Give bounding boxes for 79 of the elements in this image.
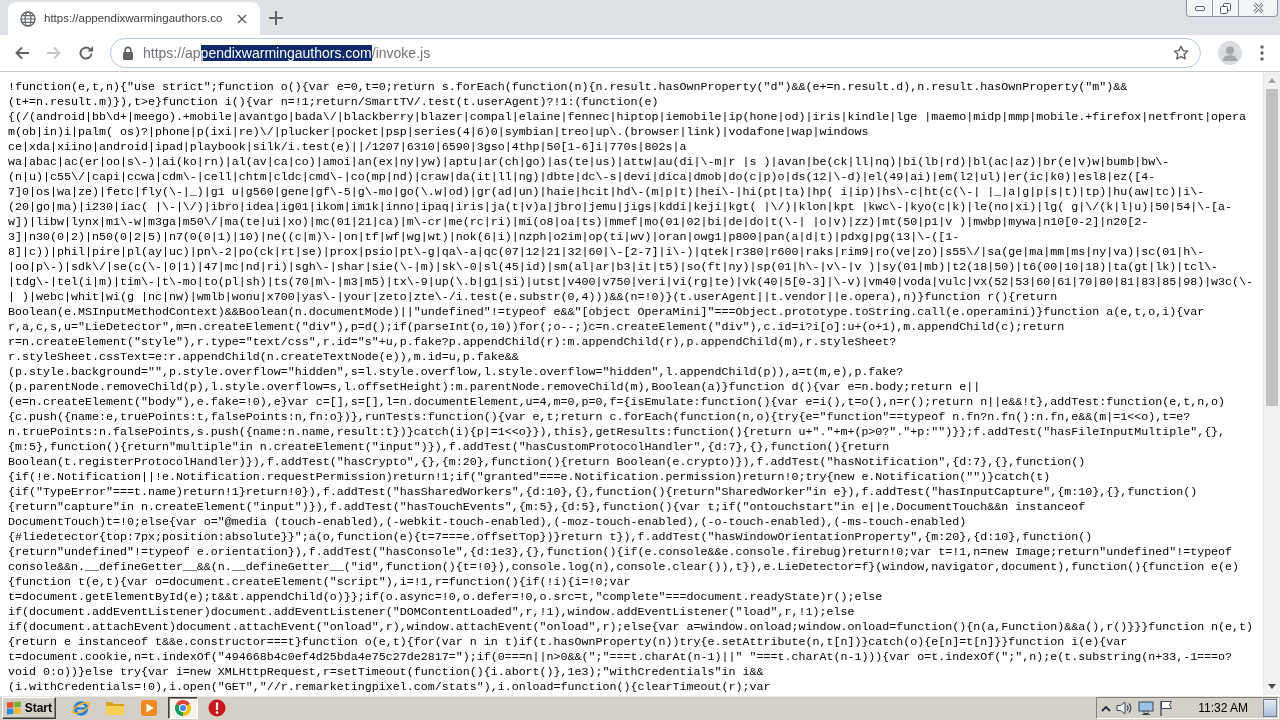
back-arrow-icon [14, 45, 30, 61]
code-line: t=document.getElementById(e);t&&t.appendChild(o)}};if(o.async=!0,o.defer=!0,o.src=t,"complete"===document.readyState)r();else [8, 590, 884, 605]
browser-tab[interactable]: https://appendixwarmingauthors.co [8, 2, 260, 35]
code-line: DocumentTouch)t=!0;else{var o="@media (touch-enabled),(-webkit-touch-enabled),(-moz-touch-enabled),(-o-touch-enabled),(-ms-touch-enabled) [8, 515, 968, 530]
selected-url-text: pendixwarmingauthors.com [200, 45, 372, 61]
alert-icon [208, 699, 226, 717]
code-line: (p.style.background="",p.style.overflow="hidden",s=l.style.overflow,l.style.overflow="hidden",l.appendChild(p)),a=t(m,e),p.fake? [8, 365, 905, 380]
code-line: 7]0|os|wa|ze)|fetc|fly(\-|_)|g1 u|g560|gene|gf\-5|g\-mo|go(\.w|od)|gr(ad|un)|haie|hcit|hd\-(m|p|t)|hei\-|hi(pt|ta)|hp( i|ip)|hs\-c|ht(c(\-| |_|a|g|p|s|t)|tp)|hu(aw|tc)|i\- [8, 185, 1206, 200]
code-line: {m:5},function(){return"multiple"in n.createElement("input")}),f.addTest("hasCustomProtocolHandler",{d:7},{},function(){return [8, 440, 891, 455]
code-line: r.styleSheet.cssText=e:r.appendChild(n.createTextNode(e)),m.id=u,p.fake&& [8, 350, 520, 365]
code-line: {(/(android|bb\d+|meego).+mobile|avantgo|bada\/|blackberry|blazer|compal|elaine|fennec|hiptop|iemobile|ip(hone|od)|iris|kindle|lge |maemo|midp|mmp|mobile.+firefox|netfront|opera [8, 110, 1248, 125]
code-line: (e=n.createElement("body"),e.fake=!0),e}var c=[],s=[],l=n.documentElement,u=4,m=0,p=0,f={isEmulate:function(){var e=i(),t=o(),n=r();return n||e&&!t},addTest:function(e,t,n,o) [8, 395, 1227, 410]
code-line: w])|libw|lynx|m1\-w|m3ga|m50\/|ma(te|ui|xo)|mc(01|21|ca)|m\-cr|me(rc|ri)|mi(o8|oa|ts)|mmef|mo(01|02|bi|de|do|t(\-| |o|v)|zz)|mt(50|p1|v )|mwbp|mywa|n10[0-2]|n20[2- [8, 215, 1150, 230]
code-line: t=document.cookie,n=t.indexOf("494668b4c0ef4d25bda4e75c27de2817=");if(0===n||n>0&&(";"===t.charAt(n-1)||" "===t.charAt(n-1))){var o=t.indexOf(";",n);e(t.substring(n+33,-1===o? [8, 650, 1234, 665]
flag-icon[interactable] [1159, 700, 1174, 716]
code-line: r=n.createElement("style"),r.type="text/css",r.id="s"+u,p.fake?p.appendChild(r):m.appendChild(r),p.appendChild(m),r.styleSheet? [8, 335, 898, 350]
code-line: {if(!e.Notification||!e.Notification.requestPermission)return!1;if("granted"===e.Notification.permission)return!0;try{new e.Notification("")}catch(t) [8, 470, 1052, 485]
close-icon [237, 13, 247, 24]
close-window-button[interactable] [1238, 0, 1278, 17]
url-text: /invoke.js [371, 45, 431, 61]
caret-up-icon[interactable] [1101, 704, 1112, 712]
code-line: (20|go|ma)|i230|iac( |\-|\/)|ibro|idea|ig01|ikom|im1k|inno|ipaq|iris|ja(t|v)a|jbro|jemu|jigs|kddi|keji|kgt( |\/)|klon|kpt |kwc\-|kyo(c|k)|le(no|xi)|lg( g|\/(k|l|u)|50|54|\-[a- [8, 200, 1234, 215]
code-line: {#liedetector{top:7px;position:absolute}}";a(o,function(e){t=7===e.offsetTop})}return t}),f.addTest("hasWindowOrientationProperty",{m:20},{d:10},function() [8, 530, 1094, 545]
code-line: if(document.attachEvent)document.attachEvent("onload",r),window.attachEvent("onload",r);else{var a=window.onload;window.onload=function(){n(a,Function)&&a(),r()}}}function n(e,t) [8, 620, 1255, 635]
code-line: Boolean(t.registerProtocolHandler)}),f.addTest("hasCrypto",{},{m:20},function(){return Boolean(e.crypto)}),f.addTest("hasNotification",{d:7},{},function() [8, 455, 1087, 470]
close-icon [1252, 3, 1264, 13]
url-text: https://ap [143, 45, 201, 61]
code-line: ce|xda|xiino|android|ipad|playbook|silk/i.test(e)||/1207|6310|6590|3gso|4thp|50[1-6]i|770s|802s|a [8, 140, 688, 155]
play-icon [140, 699, 158, 717]
code-line: console&&n.__defineGetter__&&(n.__defineGetter__("id",function(){t=!0}),console.log(n),console.clear()),t}),e.LieDetector=f}(window,navigator,document),function(){function e(e) [8, 560, 1241, 575]
reload-icon [78, 45, 94, 61]
folder-icon [105, 700, 125, 716]
code-line: n.truePoints:n.falsePoints,s.push({name:n.name,result:t})}catch(i){p|=1<<o}}),this},getResults:function(){return u+"."+m+(p>0?"."+p:"")}};f.addTest("hasFileInputMultiple",{}, [8, 425, 1227, 440]
address-field[interactable]: https://appendixwarmingauthors.com/invoke.js [110, 38, 1201, 68]
taskbar-button[interactable] [168, 697, 198, 719]
start-logo-icon [6, 700, 22, 716]
avatar-icon [1218, 41, 1242, 65]
code-line: | )|webc|whit|wi(g |nc|nw)|wmlb|wonu|x700|yas\-|your|zeto|zte\-/i.test(e.substr(0,4)))&&(n=!0)}(t.userAgent||t.vendor||e.opera),n)}function r(){return [8, 290, 1059, 305]
lock-icon [122, 46, 134, 60]
code-line: wa|abac|ac(er|oo|s\-)|ai(ko|rn)|al(av|ca|co)|amoi|an(ex|ny|yw)|aptu|ar(ch|go)|as(te|us)|attw|au(di|\-m|r |s )|avan|be(ck|ll|nq)|bi(lb|rd)|bl(ac|az)|br(e|v)w|bumb|bw\- [8, 155, 1171, 170]
restore-icon [1220, 2, 1231, 14]
code-line: 8]|c))|phil|pire|pl(ay|uc)|pn\-2|po(ck|rt|se)|prox|psio|pt\-g|qa\-a|qc(07|12|21|32|60|\-[2-7]|i\-)|qtek|r380|r600|raks|rim9|ro(ve|zo)|s55\/|sa(ge|ma|mm|ms|ny|va)|sc(01|h\- [8, 245, 1206, 260]
minimize-button[interactable] [1186, 0, 1213, 17]
code-line: {return"undefined"!=typeof e.orientation}),f.addTest("hasConsole",{d:1e3},{},function(){if(e.console&&e.console.firebug)return!0;var t=!1,n=new Image;return"undefined"!=typeof [8, 545, 1234, 560]
triangle-down-icon [1268, 684, 1276, 689]
code-line: {function t(e,t){var o=document.createElement("script"),i=!1,r=function(){if(!i){i=!0;var [8, 575, 632, 590]
code-line: {if("TypeError"===t.name)return!1}return!0}),f.addTest("hasSharedWorkers",{d:10},{},function(){return"SharedWorker"in e}),f.addTest("hasInputCapture",{m:10},{},function() [8, 485, 1199, 500]
code-line: {return"capture"in n.createElement("input")}),f.addTest("hasTouchEvents",{m:5},{d:5},function(){var t;if("ontouchstart"in e||e.DocumentTouch&&n instanceof [8, 500, 1087, 515]
code-line: (i.withCredentials=!0),i.open("GET","//r.remarketingpixel.com/stats"),i.onload=function(){clearTimeout(r);var [8, 680, 772, 695]
code-line: |oo|p\-)|sdk\/|se(c(\-|0|1)|47|mc|nd|ri)|sgh\-|shar|sie(\-|m)|sk\-0|sl(45|id)|sm(al|ar|b3|it|t5)|so(ft|ny)|sp(01|h\-|v\-|v )|sy(01|mb)|t2(18|50)|t6(00|10|18)|ta(gt|lk)|tcl\- [8, 260, 1220, 275]
show-desktop-button[interactable] [1263, 699, 1277, 717]
code-line: 3]|n30(0|2)|n50(0|2|5)|n7(0(0|1)|10)|ne((c|m)\-|on|tf|wf|wg|wt)|nok(6|i)|nzph|o2im|op(ti|wv)|oran|owg1|p800|pan(a|d|t)|pdxg|pg(13|\-([1- [8, 230, 961, 245]
globe-icon [20, 10, 36, 27]
forward-arrow-icon [46, 45, 62, 61]
star-icon[interactable] [1173, 45, 1189, 61]
browser-logo-icon [174, 699, 192, 717]
code-line: (t+=n.result.m)}),t>e}function i(){var n=!1;return/SmartTV/.test(t.userAgent)?!1:(function(e) [8, 95, 660, 110]
e-logo-icon [71, 698, 91, 718]
code-line: {return e instanceof t&&e.constructor===t}function o(e,t){for(var n in t)if(t.hasOwnProperty(n))try{e.setAttribute(n,t[n])}catch(o){e[n]=t[n]}}function i(e){var [8, 635, 1129, 650]
code-line: {c.push({name:e,truePoints:t,falsePoints:n,fn:o})},runTests:function(){var e,t;return c.forEach(function(n,o){try{e="function"==typeof n.fn?n.fn():n.fn,e&&(m|=1<<o),t=e? [8, 410, 1192, 425]
plus-icon [269, 11, 283, 25]
scrollbar-thumb[interactable] [1266, 89, 1278, 406]
menu-icon [1260, 45, 1264, 61]
code-line: Boolean(e.MSInputMethodContext)&&Boolean(n.documentMode)||"undefined"!=typeof e&&"[object OperaMini]"===Object.prototype.toString.call(e.operamini)}function a(e,t,o,i){var [8, 305, 1206, 320]
minimize-icon [1194, 5, 1205, 11]
speaker-icon[interactable] [1116, 700, 1134, 716]
monitor-icon[interactable] [1138, 700, 1155, 716]
code-line: !function(e,t,n){"use strict";function o(){var e=0,t=0;return s.forEach(function(n){n.result.hasOwnProperty("d")&&(e+=n.result.d),n.result.hasOwnProperty("m")&& [8, 80, 1129, 95]
restore-button[interactable] [1212, 0, 1239, 17]
code-line: |tdg\-|tel(i|m)|tim\-|t\-mo|to(pl|sh)|ts(70|m\-|m3|m5)|tx\-9|up(\.b|g1|si)|utst|v400|v750|veri|vi(rg|te)|vk(40|5[0-3]|\-v)|vm40|voda|vulc|vx(52|53|60|61|70|80|81|83|85|98)|w3c(\- [8, 275, 1255, 290]
code-line: (n|u)|c55\/|capi|ccwa|cdm\-|cell|chtm|cldc|cmd\-|co(mp|nd)|craw|da(it|ll|ng)|dbte|dc\-s|devi|dica|dmob|do(c|p)o|ds(12|\-d)|el(49|ai)|em(l2|ul)|er(ic|k0)|esl8|ez([4- [8, 170, 1157, 185]
code-line: m(ob|in)i|palm( os)?|phone|p(ixi|re)\/|plucker|pocket|psp|series(4|6)0|symbian|treo|up\.(browser|link)|vodafone|wap|windows [8, 125, 870, 140]
triangle-up-icon [1268, 78, 1276, 83]
code-line: if(document.addEventListener)document.addEventListener("DOMContentLoaded",r,!1),window.addEventListener("load",r,!1);else [8, 605, 856, 620]
scrollbar[interactable] [1263, 72, 1280, 695]
code-line: (p.parentNode.removeChild(p),l.style.overflow=s,l.offsetHeight):m.parentNode.removeChild(m),Boolean(a)}function d(){var e=n.body;return e|| [8, 380, 982, 395]
start-button[interactable]: Start [2, 697, 56, 719]
code-line: void 0:o))}else try{var i=new XMLHttpRequest,r=setTimeout(function(){i.abort()},1e3);"withCredentials"in i&& [8, 665, 765, 680]
code-line: r,a,c,s,u="LieDetector",m=n.createElement("div"),p=d();if(parseInt(o,10))for(;o--;)c=n.createElement("div"),c.id=i?i[o]:u+(o+1),m.appendChild(c);return [8, 320, 1066, 335]
